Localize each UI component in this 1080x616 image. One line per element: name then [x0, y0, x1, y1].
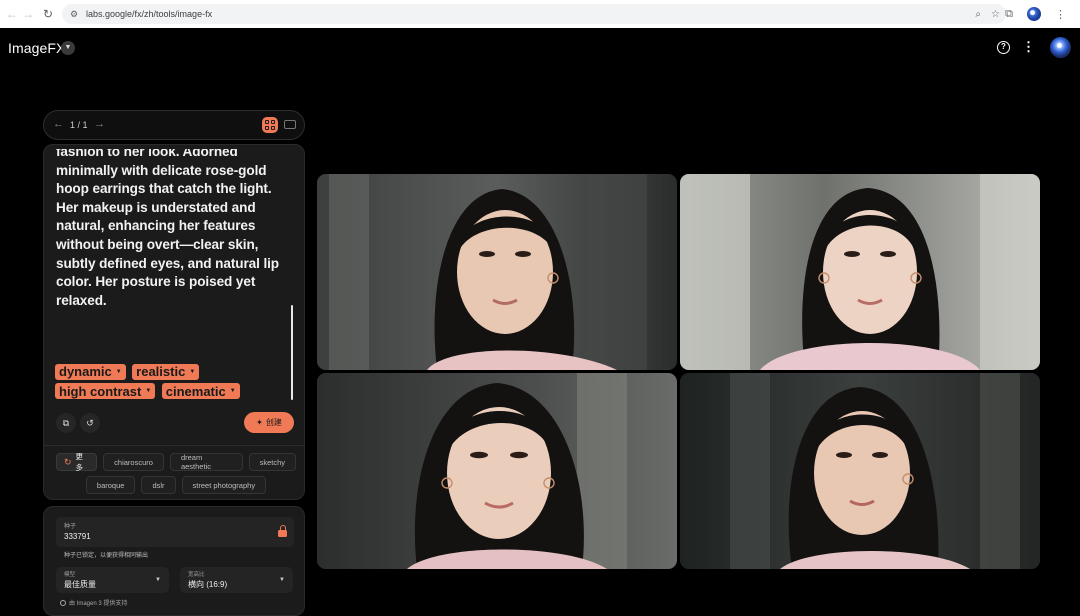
model-value: 最佳质量 — [64, 580, 96, 589]
caret-down-icon: ▼ — [229, 388, 236, 394]
help-icon[interactable]: ? — [997, 41, 1010, 54]
lock-icon[interactable] — [278, 525, 287, 537]
page-count: 1 / 1 — [70, 120, 88, 130]
seed-hint: 种子已锁定，以便获得相同输出 — [64, 553, 149, 559]
generated-image-4[interactable] — [680, 373, 1040, 569]
site-settings-icon[interactable]: ⚙ — [70, 9, 80, 19]
bookmark-star-icon[interactable]: ☆ — [991, 9, 1000, 20]
aspect-value: 横向 (16:9) — [188, 580, 228, 589]
prompt-editor[interactable]: fashion to her look. Adorned minimally w… — [56, 149, 292, 399]
caret-down-icon: ▼ — [189, 368, 196, 375]
divider — [44, 445, 304, 446]
caret-down-icon: ▼ — [115, 368, 122, 375]
create-button[interactable]: ✦ 创建 — [244, 412, 294, 433]
model-label: 模型 — [64, 572, 76, 578]
aspect-ratio-select[interactable]: 宽高比 横向 (16:9) ▼ — [180, 567, 293, 593]
seed-field[interactable]: 种子 333791 — [56, 517, 294, 547]
prompt-text[interactable]: fashion to her look. Adorned minimally w… — [56, 149, 292, 310]
next-arrow-icon[interactable]: → — [94, 118, 105, 130]
suggestion-chip[interactable]: sketchy — [248, 453, 296, 471]
single-view-icon[interactable] — [284, 120, 296, 129]
copy-icon[interactable]: ⧉ — [56, 413, 76, 433]
suggestion-chip[interactable]: chiaroscuro — [103, 453, 164, 471]
chip-label: high contrast — [59, 383, 142, 399]
prompt-scrollbar[interactable] — [291, 305, 293, 400]
refresh-icon: ↻ — [64, 456, 72, 467]
url-text[interactable]: labs.google/fx/zh/tools/image-fx — [86, 9, 212, 19]
grid-view-icon[interactable] — [262, 117, 278, 133]
imagen-note: 由 Imagen 3 提供支持 — [60, 598, 127, 607]
settings-card: 种子 333791 种子已锁定，以便获得相同输出 模型 最佳质量 ▼ 宽高比 横… — [43, 506, 305, 616]
style-chips: dynamic ▼ realistic ▼ high contrast ▼ cinem… — [55, 363, 291, 402]
zoom-icon[interactable]: ⌕ — [975, 9, 981, 20]
prev-arrow-icon[interactable]: ← — [53, 118, 64, 130]
chip-high-contrast[interactable]: high contrast ▼ — [55, 383, 156, 399]
forward-icon[interactable]: → — [18, 4, 38, 24]
suggestion-chip[interactable]: dslr — [141, 476, 176, 494]
chevron-down-icon[interactable]: ▼ — [61, 41, 75, 55]
extensions-icon[interactable]: ⧉ — [1005, 8, 1013, 21]
info-icon — [60, 599, 66, 606]
generated-image-1[interactable] — [317, 174, 677, 370]
imagen-note-text: 由 Imagen 3 提供支持 — [69, 601, 128, 607]
reload-icon[interactable]: ↻ — [38, 4, 58, 24]
style-suggestions: ↻ 更多 chiaroscuro dream aesthetic sketchy… — [56, 452, 296, 499]
chip-label: realistic — [136, 364, 186, 379]
prompt-card: fashion to her look. Adorned minimally w… — [43, 144, 305, 500]
results-pager: ← 1 / 1 → — [43, 110, 305, 140]
generated-image-2[interactable] — [680, 174, 1040, 370]
model-select[interactable]: 模型 最佳质量 ▼ — [56, 567, 169, 593]
caret-down-icon: ▼ — [155, 577, 161, 583]
browser-menu-icon[interactable]: ⋮ — [1055, 8, 1066, 21]
address-bar[interactable]: ⚙ labs.google/fx/zh/tools/image-fx ⌕ ☆ — [62, 4, 1006, 24]
caret-down-icon: ▼ — [279, 577, 285, 583]
account-avatar[interactable] — [1050, 37, 1071, 58]
prompt-actions: ⧉ ↺ ✦ 创建 — [56, 411, 294, 435]
sparkle-icon: ✦ — [256, 418, 263, 427]
caret-down-icon: ▼ — [145, 388, 152, 394]
suggestion-chip[interactable]: baroque — [85, 476, 136, 494]
create-label: 创建 — [265, 418, 282, 427]
chip-label: cinematic — [165, 383, 226, 399]
chip-cinematic[interactable]: cinematic ▼ — [161, 383, 240, 399]
browser-profile-avatar[interactable] — [1027, 7, 1041, 21]
app-header: ImageFX ▼ ? ⋮ — [0, 28, 1080, 68]
chip-label: dynamic — [59, 364, 112, 379]
chip-realistic[interactable]: realistic ▼ — [132, 363, 200, 380]
seed-label: 种子 — [64, 524, 77, 530]
seed-value[interactable]: 333791 — [64, 532, 91, 541]
suggestion-chip[interactable]: dream aesthetic — [169, 453, 243, 471]
more-vert-icon[interactable]: ⋮ — [1022, 40, 1035, 54]
more-label: 更多 — [75, 452, 84, 472]
generated-image-3[interactable] — [317, 373, 677, 569]
aspect-label: 宽高比 — [188, 572, 205, 578]
suggestion-chip[interactable]: street photography — [181, 476, 267, 494]
chip-dynamic[interactable]: dynamic ▼ — [55, 363, 126, 380]
browser-toolbar: ← → ↻ ⚙ labs.google/fx/zh/tools/image-fx… — [0, 0, 1080, 28]
app-title: ImageFX — [8, 40, 66, 56]
reset-icon[interactable]: ↺ — [80, 413, 100, 433]
more-suggestions-button[interactable]: ↻ 更多 — [56, 452, 98, 472]
